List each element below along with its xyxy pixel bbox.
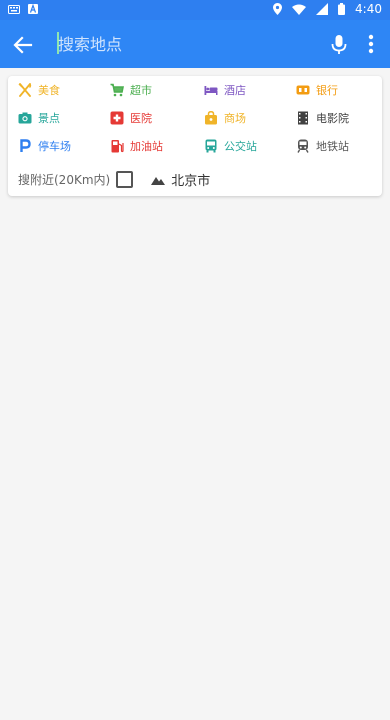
camera-icon: [18, 112, 32, 124]
signal-icon: [316, 3, 329, 15]
category-label: 加油站: [130, 140, 163, 153]
font-a-icon: [28, 4, 38, 14]
film-icon: [298, 111, 308, 125]
category-bus-stop[interactable]: 公交站: [204, 136, 257, 156]
subway-icon: [297, 139, 309, 153]
bed-icon: [204, 86, 218, 95]
category-label: 医院: [130, 112, 152, 125]
nearby-label: 搜附近(20Km内): [18, 173, 111, 187]
cart-icon: [110, 83, 124, 97]
battery-icon: [338, 3, 346, 15]
category-subway[interactable]: 地铁站: [296, 136, 349, 156]
fork-knife-icon: [18, 83, 32, 97]
nearby-checkbox[interactable]: [116, 171, 134, 188]
nearby-row: 搜附近(20Km内) 北京市: [18, 170, 210, 189]
category-label: 地铁站: [316, 140, 349, 153]
keyboard-icon: [8, 4, 20, 14]
microphone-icon[interactable]: [330, 33, 348, 57]
shopping-bag-icon: [205, 111, 217, 125]
category-label: 电影院: [316, 112, 349, 125]
wifi-icon: [292, 4, 307, 15]
city-selector[interactable]: 北京市: [151, 170, 210, 189]
status-time: 4:40: [355, 2, 382, 16]
hospital-icon: [110, 111, 124, 125]
search-app-bar: [0, 20, 390, 68]
category-bank[interactable]: 银行: [296, 80, 338, 100]
more-vert-icon[interactable]: [364, 32, 378, 56]
back-arrow-icon[interactable]: [12, 34, 34, 56]
category-supermarket[interactable]: 超市: [110, 80, 152, 100]
category-hospital[interactable]: 医院: [110, 108, 152, 128]
category-food[interactable]: 美食: [18, 80, 60, 100]
category-label: 停车场: [38, 140, 71, 153]
category-label: 银行: [316, 84, 338, 97]
city-name: 北京市: [171, 174, 211, 189]
category-label: 公交站: [224, 140, 257, 153]
category-label: 美食: [38, 84, 60, 97]
mountain-icon: [151, 176, 166, 185]
search-input[interactable]: [58, 32, 308, 56]
category-label: 景点: [38, 112, 60, 125]
category-scenic-spot[interactable]: 景点: [18, 108, 60, 128]
category-parking[interactable]: 停车场: [18, 136, 71, 156]
category-cinema[interactable]: 电影院: [296, 108, 349, 128]
category-gas-station[interactable]: 加油站: [110, 136, 163, 156]
gas-station-icon: [111, 140, 124, 153]
location-icon: [273, 3, 283, 15]
category-label: 酒店: [224, 84, 246, 97]
category-hotel[interactable]: 酒店: [204, 80, 246, 100]
bus-icon: [205, 139, 217, 153]
status-bar: 4:40: [0, 0, 390, 20]
parking-icon: [20, 139, 31, 152]
bank-icon: [296, 85, 310, 95]
category-label: 商场: [224, 112, 246, 125]
category-label: 超市: [130, 84, 152, 97]
category-mall[interactable]: 商场: [204, 108, 246, 128]
category-panel: 美食 超市 酒店 银行 景点 医院 商场 电影院 停车场 加油站 公交站 地铁站…: [8, 76, 382, 196]
